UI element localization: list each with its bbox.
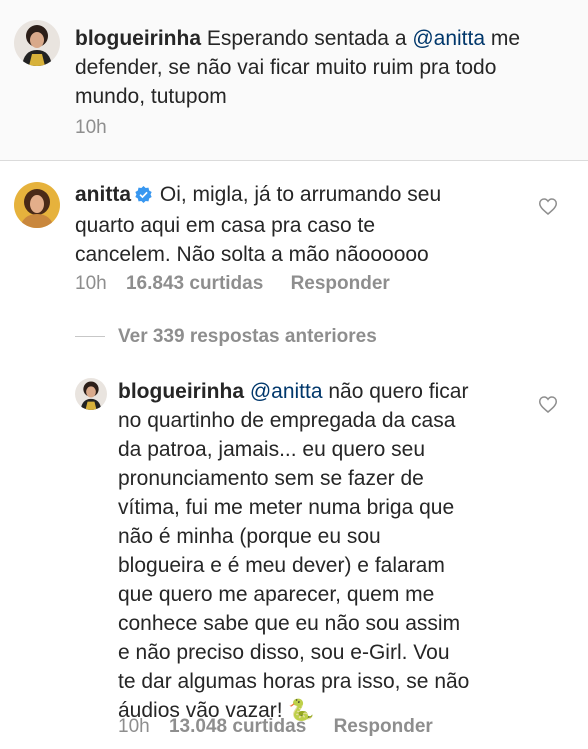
post-text-start: Esperando sentada a	[206, 27, 413, 50]
reply-line: blogueira e é meu dever) e falaram	[118, 554, 445, 577]
reply-time[interactable]: 10h	[118, 716, 150, 737]
heart-icon[interactable]	[538, 198, 558, 220]
post-text-line1-end: me	[485, 27, 521, 50]
post-text-line3: mundo, tutupom	[75, 85, 227, 108]
post-username[interactable]: blogueirinha	[75, 27, 201, 50]
reply-line: que quero me aparecer, quem me	[118, 583, 435, 606]
comment-anitta-text: anitta Oi, migla, já to arrumando seu qu…	[75, 180, 535, 269]
reply-line: conhece sabe que eu não sou assim	[118, 612, 461, 635]
reply-line: da patroa, jamais... eu quero seu	[118, 438, 426, 461]
comment-anitta-line1: Oi, migla, já to arrumando seu	[159, 183, 442, 206]
post-caption: blogueirinha Esperando sentada a @anitta…	[0, 0, 588, 161]
avatar-blogueirinha-reply[interactable]	[75, 378, 107, 410]
reply-reply-button[interactable]: Responder	[334, 716, 433, 737]
comment-anitta-line3: cancelem. Não solta a mão nãoooooo	[75, 243, 429, 266]
reply-line: pronunciamento sem se fazer de	[118, 467, 424, 490]
comment-anitta-meta: 10h 16.843 curtidas Responder	[75, 273, 390, 295]
verified-badge-icon	[135, 182, 152, 211]
reply-username[interactable]: blogueirinha	[118, 380, 244, 403]
reply-text: blogueirinha @anitta não quero ficar no …	[118, 377, 538, 725]
view-replies-label[interactable]: Ver 339 respostas anteriores	[118, 326, 377, 348]
reply-line: vítima, fui me meter numa briga que	[118, 496, 455, 519]
comment-anitta-likes[interactable]: 16.843 curtidas	[126, 273, 263, 294]
post-text: blogueirinha Esperando sentada a @anitta…	[75, 24, 575, 111]
comment-anitta-time[interactable]: 10h	[75, 273, 107, 294]
avatar-blogueirinha[interactable]	[14, 20, 60, 66]
comment-anitta-line2: quarto aqui em casa pra caso te	[75, 214, 376, 237]
reply-mention[interactable]: @anitta	[250, 380, 323, 403]
post-time[interactable]: 10h	[75, 117, 107, 138]
post-meta: 10h	[75, 117, 107, 139]
avatar-anitta[interactable]	[14, 182, 60, 228]
reply-line: e não preciso disso, sou e-Girl. Vou	[118, 641, 450, 664]
reply-line1-end: não quero ficar	[322, 380, 469, 403]
comment-anitta-username[interactable]: anitta	[75, 183, 131, 206]
heart-icon[interactable]	[538, 396, 558, 418]
reply-line: no quartinho de empregada da casa	[118, 409, 456, 432]
reply-meta: 10h 13.048 curtidas Responder	[118, 716, 433, 738]
view-replies-divider	[75, 336, 105, 337]
post-mention[interactable]: @anitta	[412, 27, 485, 50]
post-text-line2: defender, se não vai ficar muito ruim pr…	[75, 56, 497, 79]
reply-likes[interactable]: 13.048 curtidas	[169, 716, 306, 737]
reply-line: não é minha (porque eu sou	[118, 525, 381, 548]
reply-line: te dar algumas horas pra isso, se não	[118, 670, 470, 693]
comment-anitta-reply-button[interactable]: Responder	[291, 273, 390, 294]
